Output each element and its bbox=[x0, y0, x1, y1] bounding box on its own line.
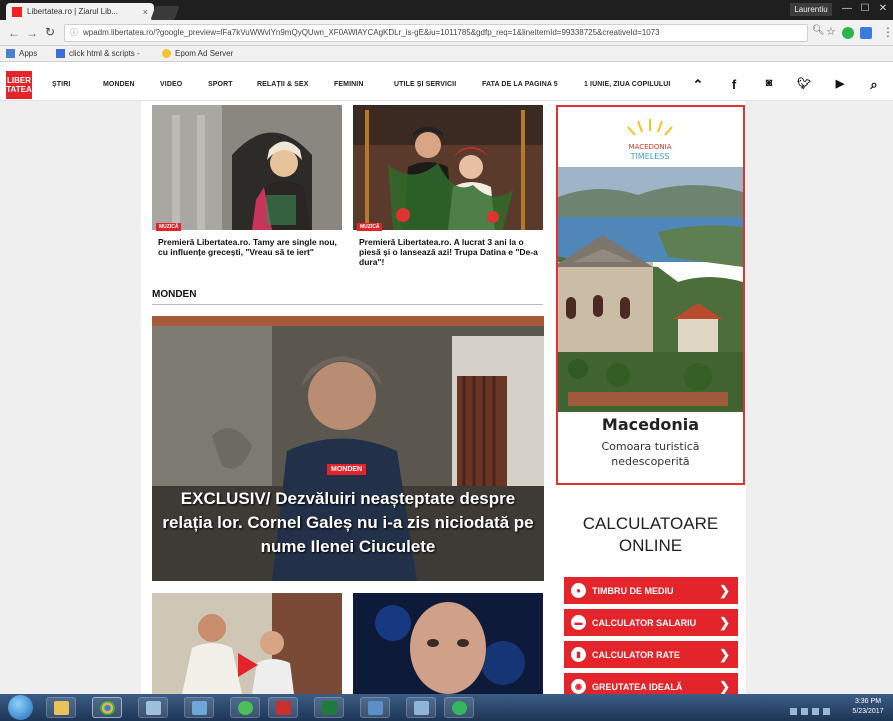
article-card-bottom-right[interactable] bbox=[353, 593, 543, 694]
apps-grid-icon bbox=[6, 49, 15, 58]
svg-text:MACEDONIA: MACEDONIA bbox=[628, 143, 671, 151]
bookmark-icon bbox=[56, 49, 65, 58]
chart-icon: ▮ bbox=[571, 647, 586, 662]
close-window-button[interactable]: ✕ bbox=[874, 2, 892, 16]
nav-sport[interactable]: SPORT bbox=[208, 81, 233, 88]
nav-stiri[interactable]: ȘTIRI bbox=[52, 81, 70, 88]
article-image bbox=[152, 105, 342, 230]
profile-button[interactable]: Laurentiu bbox=[790, 3, 832, 16]
taskbar-clock[interactable]: 3:36 PM 5/23/2017 bbox=[845, 697, 891, 717]
hero-category-tag[interactable]: MONDEN bbox=[327, 464, 367, 475]
url-text: wpadm.libertatea.ro/?google_preview=lFa7… bbox=[83, 28, 660, 37]
article-card-bottom-left[interactable] bbox=[152, 593, 342, 694]
taskbar-app-network[interactable] bbox=[360, 697, 390, 718]
bookmark-epom[interactable]: Epom Ad Server bbox=[162, 49, 233, 58]
epom-icon bbox=[162, 49, 171, 58]
reload-icon[interactable]: ↻ bbox=[45, 25, 55, 39]
category-tag[interactable]: MUZICĂ bbox=[357, 223, 383, 231]
system-tray[interactable] bbox=[790, 703, 840, 715]
wallet-icon: ▬ bbox=[571, 615, 586, 630]
car-icon: ● bbox=[571, 583, 586, 598]
taskbar-filezilla[interactable] bbox=[268, 697, 298, 718]
scale-icon: ◉ bbox=[571, 679, 586, 694]
twitter-icon[interactable]: 🐦︎ bbox=[796, 77, 812, 90]
online-calculators-widget: CALCULATOARE ONLINE ● TIMBRU DE MEDIU ❯ … bbox=[556, 499, 745, 700]
taskbar-app-messenger[interactable] bbox=[230, 697, 260, 718]
nav-fata-pagina-5[interactable]: FATA DE LA PAGINA 5 bbox=[482, 81, 558, 88]
hero-title[interactable]: EXCLUSIV/ Dezvăluiri neașteptate despre … bbox=[162, 487, 534, 559]
calculator-rate-button[interactable]: ▮ CALCULATOR RATE ❯ bbox=[564, 641, 738, 668]
taskbar-app-notepad[interactable] bbox=[138, 697, 168, 718]
nav-relatii-sex[interactable]: RELAȚII & SEX bbox=[257, 81, 308, 88]
nav-1-iunie[interactable]: 1 IUNIE, ZIUA COPILULUI bbox=[584, 81, 670, 88]
site-navigation: LIBER TATEA ȘTIRI MONDEN VIDEO SPORT REL… bbox=[0, 69, 893, 101]
article-image bbox=[353, 593, 543, 694]
article-image bbox=[353, 105, 543, 230]
facebook-icon[interactable]: f bbox=[726, 77, 742, 92]
menu-dots-icon[interactable]: ⋮ bbox=[882, 25, 893, 39]
page-background: MUZICĂ Premieră Libertatea.ro. Tamy are … bbox=[0, 101, 893, 700]
tab-title: Libertatea.ro | Ziarul Lib... bbox=[27, 7, 119, 16]
chevron-right-icon: ❯ bbox=[719, 646, 730, 662]
bookmark-click-html[interactable]: click html & scripts - bbox=[56, 49, 140, 58]
calculator-salariu-button[interactable]: ▬ CALCULATOR SALARIU ❯ bbox=[564, 609, 738, 636]
search-icon[interactable]: ⌕ bbox=[866, 77, 882, 93]
taskbar-chrome[interactable] bbox=[92, 697, 122, 718]
minimize-button[interactable]: — bbox=[838, 2, 856, 16]
chevron-right-icon: ❯ bbox=[719, 678, 730, 694]
nav-monden[interactable]: MONDEN bbox=[103, 81, 135, 88]
article-card-datina[interactable]: MUZICĂ Premieră Libertatea.ro. A lucrat … bbox=[353, 105, 543, 280]
section-divider bbox=[152, 304, 543, 305]
macedonia-ad[interactable]: MACEDONIA TIMELESS Macedonia Comoara tur… bbox=[553, 105, 745, 485]
browser-tab-strip: Libertatea.ro | Ziarul Lib... × Laurenti… bbox=[0, 0, 893, 20]
nav-video[interactable]: VIDEO bbox=[160, 81, 182, 88]
bookmarks-bar: Apps click html & scripts - Epom Ad Serv… bbox=[0, 46, 893, 62]
taskbar-excel[interactable] bbox=[314, 697, 344, 718]
section-title[interactable]: MONDEN bbox=[152, 289, 196, 300]
site-favicon bbox=[12, 6, 22, 17]
windows-taskbar: 3:36 PM 5/23/2017 bbox=[0, 694, 893, 721]
new-tab-button[interactable] bbox=[150, 6, 180, 20]
bookmark-apps[interactable]: Apps bbox=[6, 49, 37, 58]
libertatea-logo[interactable]: LIBER TATEA bbox=[6, 71, 32, 99]
extension-blue-icon[interactable] bbox=[860, 27, 872, 39]
nav-utile-servicii[interactable]: UTILE ȘI SERVICII bbox=[394, 81, 456, 88]
chevron-right-icon: ❯ bbox=[719, 614, 730, 630]
chevron-up-icon[interactable]: ⌃ bbox=[690, 77, 706, 93]
address-bar[interactable]: ⓘ wpadm.libertatea.ro/?google_preview=lF… bbox=[64, 24, 808, 42]
taskbar-explorer[interactable] bbox=[46, 697, 76, 718]
tab-close-icon[interactable]: × bbox=[143, 7, 148, 17]
ad-title: Macedonia bbox=[601, 415, 700, 434]
article-title[interactable]: Premieră Libertatea.ro. A lucrat 3 ani l… bbox=[359, 237, 541, 267]
browser-tab[interactable]: Libertatea.ro | Ziarul Lib... × bbox=[6, 3, 154, 20]
nav-feminin[interactable]: FEMININ bbox=[334, 81, 363, 88]
article-image bbox=[152, 593, 342, 694]
back-icon[interactable]: ← bbox=[8, 26, 20, 40]
extension-green-icon[interactable] bbox=[842, 27, 854, 39]
calculators-title: CALCULATOARE ONLINE bbox=[582, 514, 719, 555]
start-button[interactable] bbox=[8, 695, 33, 720]
taskbar-whatsapp[interactable] bbox=[444, 697, 474, 718]
category-tag[interactable]: MUZICĂ bbox=[156, 223, 182, 231]
article-title[interactable]: Premieră Libertatea.ro. Tamy are single … bbox=[158, 237, 340, 257]
youtube-icon[interactable]: ▶ bbox=[832, 77, 848, 90]
hero-article[interactable]: MONDEN EXCLUSIV/ Dezvăluiri neașteptate … bbox=[152, 316, 544, 581]
maximize-button[interactable]: ☐ bbox=[856, 2, 874, 16]
bookmark-star-icon[interactable]: ☆ bbox=[826, 25, 836, 38]
chevron-right-icon: ❯ bbox=[719, 582, 730, 598]
taskbar-app-window[interactable] bbox=[406, 697, 436, 718]
ad-subtitle: Comoara turistică nedescoperită bbox=[601, 440, 700, 468]
main-content: MUZICĂ Premieră Libertatea.ro. Tamy are … bbox=[141, 101, 746, 700]
ad-image: MACEDONIA TIMELESS bbox=[553, 107, 743, 412]
timbru-de-mediu-button[interactable]: ● TIMBRU DE MEDIU ❯ bbox=[564, 577, 738, 604]
info-icon[interactable]: ⓘ bbox=[70, 25, 78, 41]
browser-toolbar: ← → ↻ ⓘ wpadm.libertatea.ro/?google_prev… bbox=[0, 20, 893, 46]
zoom-icon[interactable]: 🔍︎ bbox=[812, 25, 825, 36]
instagram-icon[interactable]: ◙ bbox=[761, 77, 777, 89]
taskbar-app-paint[interactable] bbox=[184, 697, 214, 718]
article-card-tamy[interactable]: MUZICĂ Premieră Libertatea.ro. Tamy are … bbox=[152, 105, 342, 280]
forward-icon[interactable]: → bbox=[26, 26, 38, 40]
svg-text:TIMELESS: TIMELESS bbox=[630, 152, 670, 161]
